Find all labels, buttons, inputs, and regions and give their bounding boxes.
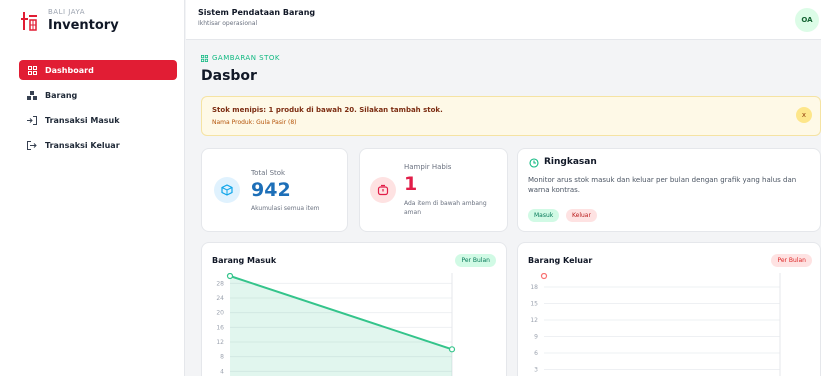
y-tick-label: 12: [530, 317, 538, 324]
low-stock-card: Hampir Habis 1 Ada item di bawah ambang …: [359, 148, 508, 232]
period-badge[interactable]: Per Bulan: [771, 254, 812, 267]
sign-in-icon: [27, 115, 37, 125]
data-point: [448, 346, 456, 353]
sidebar-nav: Dashboard Barang Transaksi Masuk Transak…: [19, 60, 177, 160]
alert-title: Stok menipis: 1 produk di bawah 20. Sila…: [212, 106, 443, 114]
y-tick-label: 15: [530, 301, 538, 308]
y-tick-label: 18: [530, 284, 538, 291]
stat-value: 942: [251, 179, 291, 201]
data-point: [540, 273, 548, 280]
sidebar-item-label: Transaksi Masuk: [45, 115, 120, 125]
sidebar-item-label: Transaksi Keluar: [45, 140, 120, 150]
data-point: [226, 273, 234, 280]
tag-masuk: Masuk: [528, 209, 560, 222]
y-tick-label: 20: [216, 310, 224, 317]
low-stock-alert: Stok menipis: 1 produk di bawah 20. Sila…: [201, 96, 821, 136]
series-area: [230, 276, 452, 376]
sign-out-icon: [27, 140, 37, 150]
brand-name: Inventory: [48, 18, 119, 33]
stat-value: 1: [404, 173, 418, 195]
y-tick-label: 16: [216, 324, 224, 331]
chart-title: Barang Masuk: [212, 256, 277, 265]
sidebar-item-dashboard[interactable]: Dashboard: [19, 60, 177, 80]
tag-keluar: Keluar: [566, 209, 597, 222]
summary-title: Ringkasan: [544, 157, 597, 167]
chart-keluar: 18 15 12 9 6 3: [530, 273, 781, 376]
sidebar: BALI JAYA Inventory Dashboard Barang Tra…: [0, 0, 185, 376]
cube-icon: [214, 177, 240, 203]
app-title: Sistem Pendataan Barang: [198, 8, 316, 17]
summary-card: Ringkasan Monitor arus stok masuk dan ke…: [517, 148, 821, 232]
total-stock-card: Total Stok 942 Akumulasi semua item: [201, 148, 348, 232]
section-label: GAMBARAN STOK: [201, 54, 280, 62]
y-tick-label: 6: [534, 350, 538, 357]
grid-icon: [27, 65, 37, 75]
avatar[interactable]: OA: [795, 8, 819, 32]
logo-icon: [21, 11, 37, 31]
y-tick-label: 3: [534, 367, 538, 374]
sidebar-item-transaksi-masuk[interactable]: Transaksi Masuk: [19, 110, 177, 130]
clock-icon: [529, 158, 539, 168]
stat-description: Akumulasi semua item: [251, 205, 320, 212]
y-tick-label: 8: [220, 354, 224, 361]
sidebar-item-label: Barang: [45, 90, 78, 100]
sidebar-item-label: Dashboard: [45, 65, 94, 75]
summary-text: Monitor arus stok masuk dan keluar per b…: [528, 176, 797, 194]
y-tick-label: 12: [216, 339, 224, 346]
stat-description: aman: [404, 209, 422, 216]
page-title: Dasbor: [201, 68, 257, 84]
section-label-text: GAMBARAN STOK: [212, 54, 280, 62]
period-badge[interactable]: Per Bulan: [455, 254, 496, 267]
y-tick-label: 4: [220, 368, 224, 375]
brand[interactable]: BALI JAYA Inventory: [19, 8, 119, 33]
brand-subtitle: BALI JAYA: [48, 8, 85, 16]
chart-card-masuk: Barang Masuk Per Bulan 28 24 20 16 12 8 4: [201, 242, 507, 376]
grid-icon: [201, 54, 208, 62]
y-tick-label: 28: [216, 280, 224, 287]
chart-masuk: 28 24 20 16 12 8 4: [216, 273, 456, 376]
sidebar-item-barang[interactable]: Barang: [19, 85, 177, 105]
y-tick-label: 24: [216, 295, 224, 302]
sidebar-item-transaksi-keluar[interactable]: Transaksi Keluar: [19, 135, 177, 155]
app-subtitle: Ikhtisar operasional: [198, 20, 258, 27]
stat-label: Total Stok: [251, 169, 286, 177]
close-button[interactable]: x: [796, 107, 812, 123]
alert-box-icon: [370, 177, 396, 203]
chart-title: Barang Keluar: [528, 256, 593, 265]
alert-detail: Nama Produk: Gula Pasir (8): [212, 119, 297, 126]
chart-card-keluar: Barang Keluar Per Bulan 18 15 12 9 6 3: [517, 242, 821, 376]
topbar: Sistem Pendataan Barang Ikhtisar operasi…: [186, 0, 821, 40]
stat-description: Ada item di bawah ambang: [404, 200, 487, 207]
y-tick-label: 9: [534, 334, 538, 341]
stat-label: Hampir Habis: [404, 163, 452, 171]
boxes-icon: [27, 90, 37, 100]
